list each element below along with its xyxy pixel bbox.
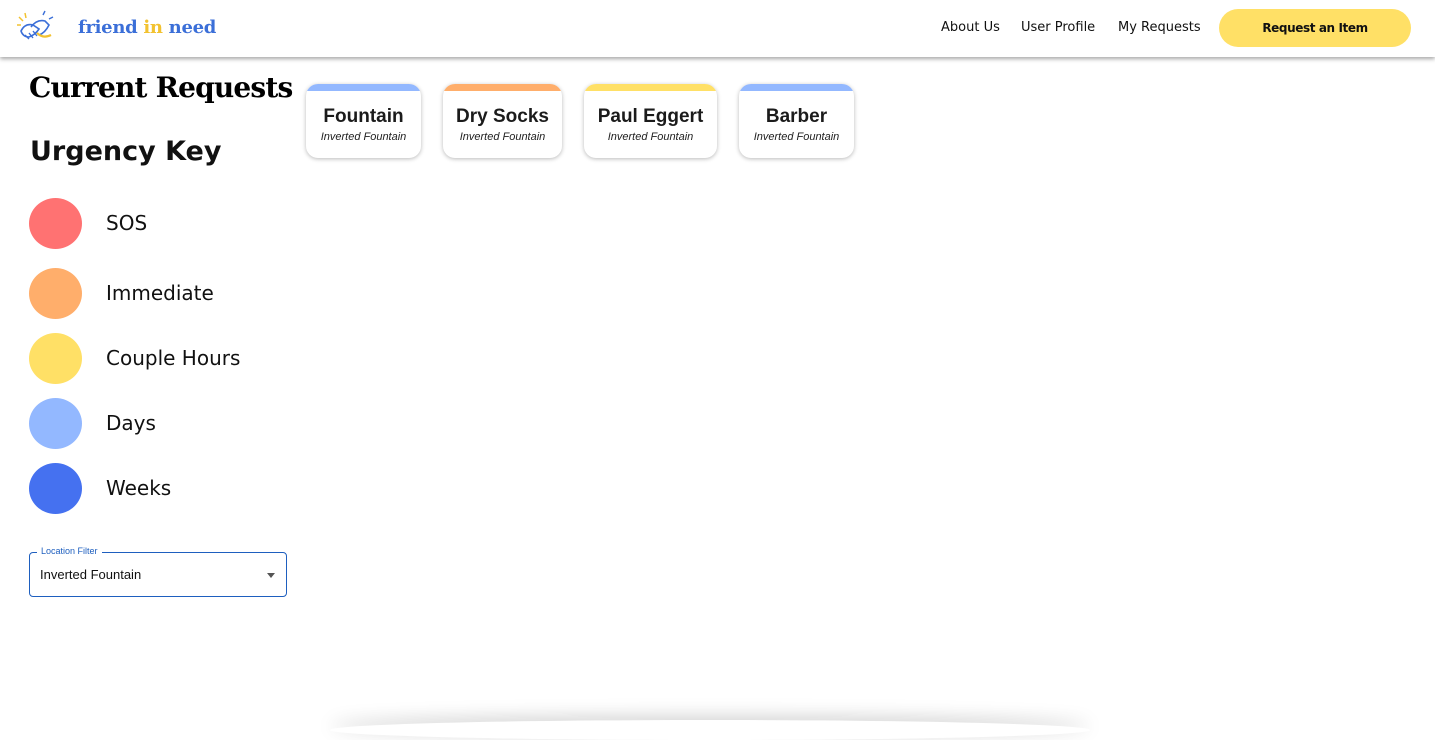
request-title: Dry Socks <box>456 106 549 127</box>
brand-word-friend: friend <box>78 17 138 38</box>
urgency-label: SOS <box>106 211 148 235</box>
nav-my-requests-link[interactable]: My Requests <box>1118 20 1201 35</box>
urgency-label: Immediate <box>106 281 214 305</box>
location-filter-label: Location Filter <box>37 546 102 556</box>
bottom-panel-shadow <box>330 720 1090 740</box>
top-nav-bar: friend in need About Us User Profile My … <box>0 0 1435 57</box>
urgency-label: Couple Hours <box>106 346 241 370</box>
urgency-dot <box>29 333 82 384</box>
request-card-fountain[interactable]: Fountain Inverted Fountain <box>306 84 421 158</box>
urgency-bar <box>739 84 854 91</box>
brand-word-need: need <box>168 17 217 38</box>
request-card-barber[interactable]: Barber Inverted Fountain <box>739 84 854 158</box>
request-location: Inverted Fountain <box>607 131 694 143</box>
page-title: Current Requests <box>29 71 293 104</box>
brand-word-in: in <box>143 17 163 38</box>
location-filter-select[interactable]: Location Filter Inverted Fountain <box>29 546 287 597</box>
urgency-bar <box>443 84 562 91</box>
urgency-dot <box>29 398 82 449</box>
urgency-key-item-couple-hours: Couple Hours <box>29 333 289 385</box>
request-location: Inverted Fountain <box>753 131 840 143</box>
urgency-key-item-sos: SOS <box>29 198 289 250</box>
location-filter-value: Inverted Fountain <box>40 567 142 582</box>
urgency-dot <box>29 198 82 249</box>
request-title: Fountain <box>323 106 404 127</box>
request-title: Paul Eggert <box>597 106 704 127</box>
request-location: Inverted Fountain <box>320 131 407 143</box>
urgency-key-title: Urgency Key <box>30 136 222 167</box>
urgency-bar <box>584 84 717 91</box>
urgency-bar <box>306 84 421 91</box>
urgency-dot <box>29 268 82 319</box>
request-card-dry-socks[interactable]: Dry Socks Inverted Fountain <box>443 84 562 158</box>
nav-about-us-link[interactable]: About Us <box>941 20 1000 35</box>
urgency-label: Weeks <box>106 476 172 500</box>
urgency-label: Days <box>106 411 156 435</box>
request-item-button[interactable]: Request an Item <box>1219 9 1411 47</box>
dropdown-caret-icon[interactable] <box>267 573 275 578</box>
nav-user-profile-link[interactable]: User Profile <box>1021 20 1095 35</box>
request-title: Barber <box>765 106 828 127</box>
urgency-dot <box>29 463 82 514</box>
urgency-key-item-immediate: Immediate <box>29 268 289 320</box>
request-card-paul-eggert[interactable]: Paul Eggert Inverted Fountain <box>584 84 717 158</box>
handshake-logo-icon[interactable] <box>15 9 55 45</box>
brand-wordmark[interactable]: friend in need <box>78 17 216 38</box>
urgency-key-item-days: Days <box>29 398 289 450</box>
request-location: Inverted Fountain <box>459 131 546 143</box>
urgency-key-item-weeks: Weeks <box>29 463 289 515</box>
